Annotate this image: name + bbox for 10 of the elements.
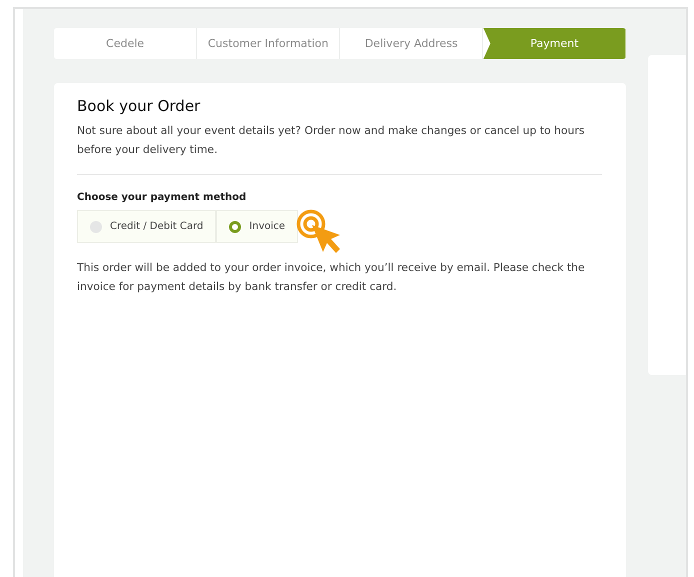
option-label: Invoice	[249, 221, 286, 232]
invoice-note: This order will be added to your order invoice, which you’ll receive by email. Please check the invoice for payment details by bank transfer or credit card.	[77, 260, 586, 295]
radio-button[interactable]	[229, 220, 242, 232]
option-label: Credit / Debit Card	[110, 221, 204, 232]
progress-step[interactable]: Payment	[483, 28, 626, 59]
payment-option[interactable]: Credit / Debit Card	[77, 210, 216, 243]
intro-text: Not sure about all your event details yet? Order now and make changes or cancel up to hours before your delivery time.	[77, 123, 586, 158]
card-title: Book your Order	[77, 97, 202, 115]
payment-heading: Choose your payment method	[77, 192, 248, 203]
payment-option[interactable]: Invoice	[216, 210, 298, 243]
